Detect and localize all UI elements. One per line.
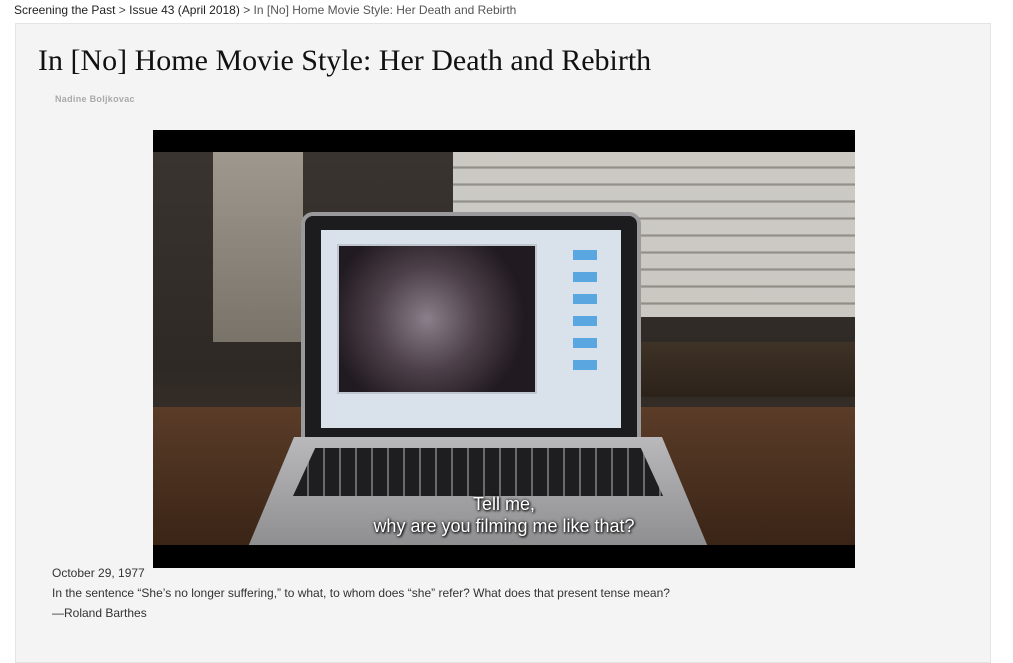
laptop: [301, 212, 641, 444]
desktop-folder-icons: [573, 250, 597, 380]
epigraph-date: October 29, 1977: [52, 566, 145, 580]
video-player[interactable]: Tell me, why are you filming me like tha…: [153, 130, 855, 568]
video-subtitle-line-2: why are you filming me like that?: [373, 516, 635, 536]
epigraph-quote: In the sentence “She’s no longer sufferi…: [52, 586, 670, 600]
page-title: In [No] Home Movie Style: Her Death and …: [38, 44, 652, 77]
window-background: [213, 152, 303, 342]
laptop-screen: [321, 230, 621, 428]
breadcrumb-link-issue[interactable]: Issue 43 (April 2018): [129, 3, 240, 17]
video-frame: Tell me, why are you filming me like tha…: [153, 152, 855, 545]
author-name: Nadine Boljkovac: [55, 94, 135, 104]
video-call-window: [337, 244, 537, 394]
breadcrumb-separator: >: [118, 3, 126, 17]
breadcrumb-separator: >: [243, 3, 251, 17]
laptop-keyboard: [293, 448, 663, 496]
breadcrumb-current: In [No] Home Movie Style: Her Death and …: [253, 3, 517, 17]
article-panel: In [No] Home Movie Style: Her Death and …: [15, 23, 991, 663]
breadcrumb: Screening the Past > Issue 43 (April 201…: [14, 3, 516, 17]
video-subtitle-line-1: Tell me,: [472, 494, 535, 514]
shelf: [623, 342, 855, 397]
epigraph-attribution: —Roland Barthes: [52, 606, 147, 620]
breadcrumb-link-site[interactable]: Screening the Past: [14, 3, 115, 17]
